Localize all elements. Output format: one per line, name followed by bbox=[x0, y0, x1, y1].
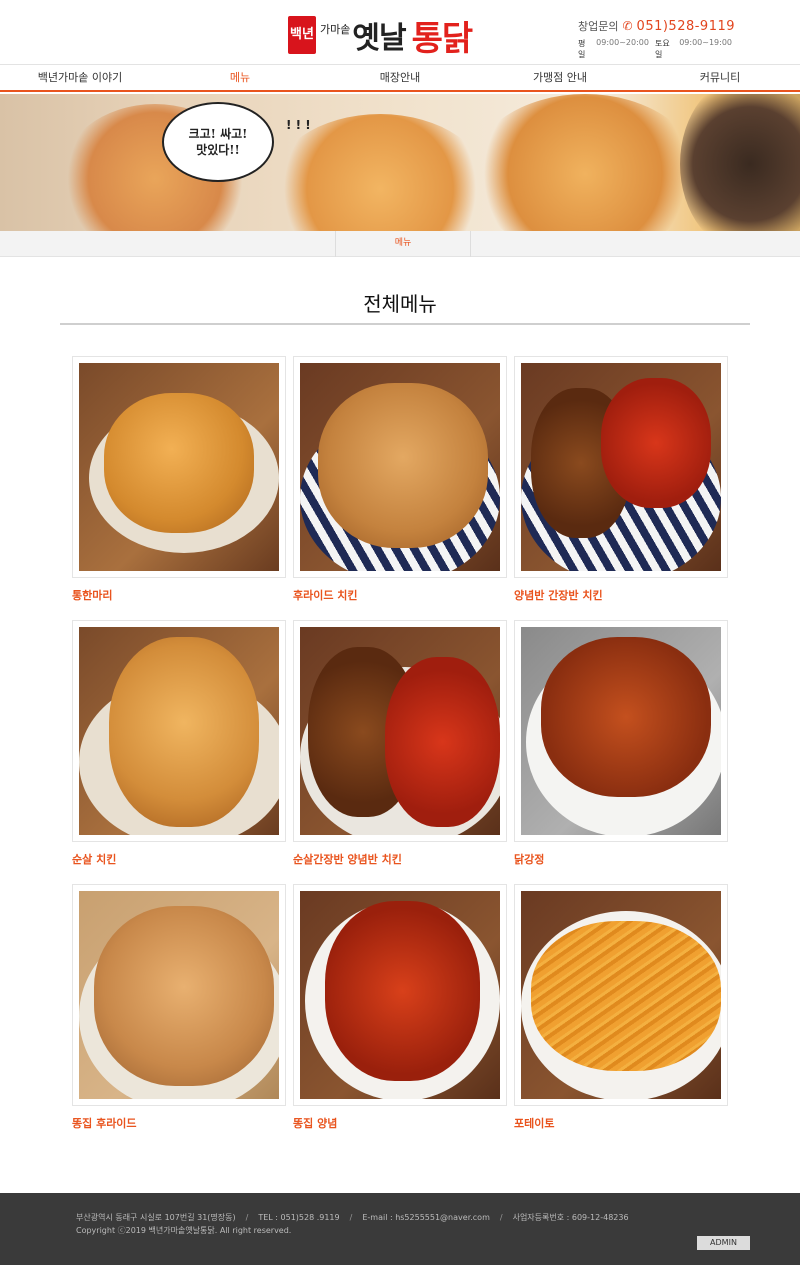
menu-thumbnail[interactable] bbox=[293, 356, 507, 578]
weekday-label: 평일 bbox=[578, 39, 586, 59]
menu-photo-gizzard-fried bbox=[79, 891, 279, 1099]
footer-info: 부산광역시 동래구 시실로 107번길 31(명장동) / TEL : 051)52… bbox=[76, 1213, 629, 1222]
menu-label[interactable]: 포테이토 bbox=[514, 1115, 728, 1131]
menu-label[interactable]: 후라이드 치킨 bbox=[293, 587, 507, 603]
menu-thumbnail[interactable] bbox=[514, 620, 728, 842]
menu-photo-potato bbox=[521, 891, 721, 1099]
menu-card[interactable]: 똥집 후라이드 bbox=[72, 884, 286, 1131]
bubble-line-1: 크고! 싸고! bbox=[188, 127, 248, 141]
logo-main-text: 옛날 bbox=[352, 21, 406, 56]
menu-thumbnail[interactable] bbox=[72, 356, 286, 578]
title-divider bbox=[60, 323, 750, 325]
admin-button[interactable]: ADMIN bbox=[697, 1236, 750, 1250]
menu-card[interactable]: 후라이드 치킨 bbox=[293, 356, 507, 603]
menu-photo-boneless-half-half bbox=[300, 627, 500, 835]
banner-chicken-right bbox=[470, 94, 700, 231]
menu-card[interactable]: 포테이토 bbox=[514, 884, 728, 1131]
menu-card[interactable]: 똥집 양념 bbox=[293, 884, 507, 1131]
menu-thumbnail[interactable] bbox=[293, 884, 507, 1106]
menu-thumbnail[interactable] bbox=[514, 356, 728, 578]
hero-banner bbox=[0, 94, 800, 231]
menu-label[interactable]: 똥집 양념 bbox=[293, 1115, 507, 1131]
menu-label[interactable]: 똥집 후라이드 bbox=[72, 1115, 286, 1131]
weekday-hours: 09:00~20:00 bbox=[596, 38, 649, 47]
nav-item-franchise[interactable]: 가맹점 안내 bbox=[480, 65, 640, 90]
phone-icon: ✆ bbox=[622, 19, 633, 33]
menu-thumbnail[interactable] bbox=[72, 884, 286, 1106]
menu-photo-half-half-chicken bbox=[521, 363, 721, 571]
menu-thumbnail[interactable] bbox=[514, 884, 728, 1106]
nav-item-stores[interactable]: 매장안내 bbox=[320, 65, 480, 90]
menu-label[interactable]: 양념반 간장반 치킨 bbox=[514, 587, 728, 603]
banner-pot bbox=[680, 94, 800, 231]
menu-card[interactable]: 양념반 간장반 치킨 bbox=[514, 356, 728, 603]
contact-label: 창업문의 bbox=[578, 20, 619, 33]
site-logo[interactable]: 백년 가마솥 옛날 통닭 bbox=[288, 14, 473, 59]
site-footer: 부산광역시 동래구 시실로 107번길 31(명장동) / TEL : 051)52… bbox=[0, 1193, 800, 1265]
menu-photo-boneless-chicken bbox=[79, 627, 279, 835]
menu-card[interactable]: 통한마리 bbox=[72, 356, 286, 603]
menu-label[interactable]: 통한마리 bbox=[72, 587, 286, 603]
saturday-hours: 09:00~19:00 bbox=[679, 38, 732, 47]
menu-card[interactable]: 순살 치킨 bbox=[72, 620, 286, 867]
menu-label[interactable]: 순살간장반 양념반 치킨 bbox=[293, 851, 507, 867]
logo-badge-text: 백년 bbox=[290, 27, 314, 42]
saturday-label: 토요일 bbox=[654, 39, 670, 59]
main-nav: 백년가마솥 이야기 메뉴 매장안내 가맹점 안내 커뮤니티 bbox=[0, 64, 800, 92]
footer-copyright: Copyright ⓒ2019 백년가마솥옛날통닭. All right res… bbox=[76, 1226, 292, 1235]
menu-card[interactable]: 닭강정 bbox=[514, 620, 728, 867]
banner-speech-bubble: 크고! 싸고! 맛있다!! bbox=[162, 102, 274, 182]
menu-photo-gizzard-spicy bbox=[300, 891, 500, 1099]
nav-item-community[interactable]: 커뮤니티 bbox=[640, 65, 800, 90]
footer-address: 부산광역시 동래구 시실로 107번길 31(명장동) bbox=[76, 1213, 236, 1222]
breadcrumb: 메뉴 bbox=[0, 231, 800, 257]
site-header: 백년 가마솥 옛날 통닭 창업문의 ✆ 051)528-9119 평일 09:0… bbox=[0, 0, 800, 64]
menu-photo-whole-chicken bbox=[79, 363, 279, 571]
menu-label[interactable]: 순살 치킨 bbox=[72, 851, 286, 867]
logo-small-text: 가마솥 bbox=[320, 23, 351, 36]
menu-card[interactable]: 순살간장반 양념반 치킨 bbox=[293, 620, 507, 867]
franchise-contact: 창업문의 ✆ 051)528-9119 평일 09:00~20:00 토요일 0… bbox=[578, 18, 738, 60]
footer-email: E-mail : hs5255551@naver.com bbox=[362, 1213, 490, 1222]
logo-accent-text: 통닭 bbox=[411, 18, 474, 59]
menu-label[interactable]: 닭강정 bbox=[514, 851, 728, 867]
banner-exclaim-marks: ! ! ! bbox=[286, 118, 311, 132]
nav-item-story[interactable]: 백년가마솥 이야기 bbox=[0, 65, 160, 90]
footer-tel: TEL : 051)528 .9119 bbox=[258, 1213, 340, 1222]
menu-thumbnail[interactable] bbox=[293, 620, 507, 842]
nav-item-menu[interactable]: 메뉴 bbox=[160, 65, 320, 90]
menu-photo-fried-chicken bbox=[300, 363, 500, 571]
business-hours: 평일 09:00~20:00 토요일 09:00~19:00 bbox=[578, 38, 738, 60]
page-title: 전체메뉴 bbox=[363, 292, 437, 316]
logo-badge: 백년 bbox=[288, 16, 316, 54]
contact-phone: 051)528-9119 bbox=[636, 18, 736, 34]
footer-biz-number: 사업자등록번호 : 609-12-48236 bbox=[512, 1213, 629, 1222]
breadcrumb-current[interactable]: 메뉴 bbox=[335, 231, 471, 257]
menu-photo-dakgangjeong bbox=[521, 627, 721, 835]
bubble-line-2: 맛있다!! bbox=[196, 143, 240, 157]
menu-thumbnail[interactable] bbox=[72, 620, 286, 842]
